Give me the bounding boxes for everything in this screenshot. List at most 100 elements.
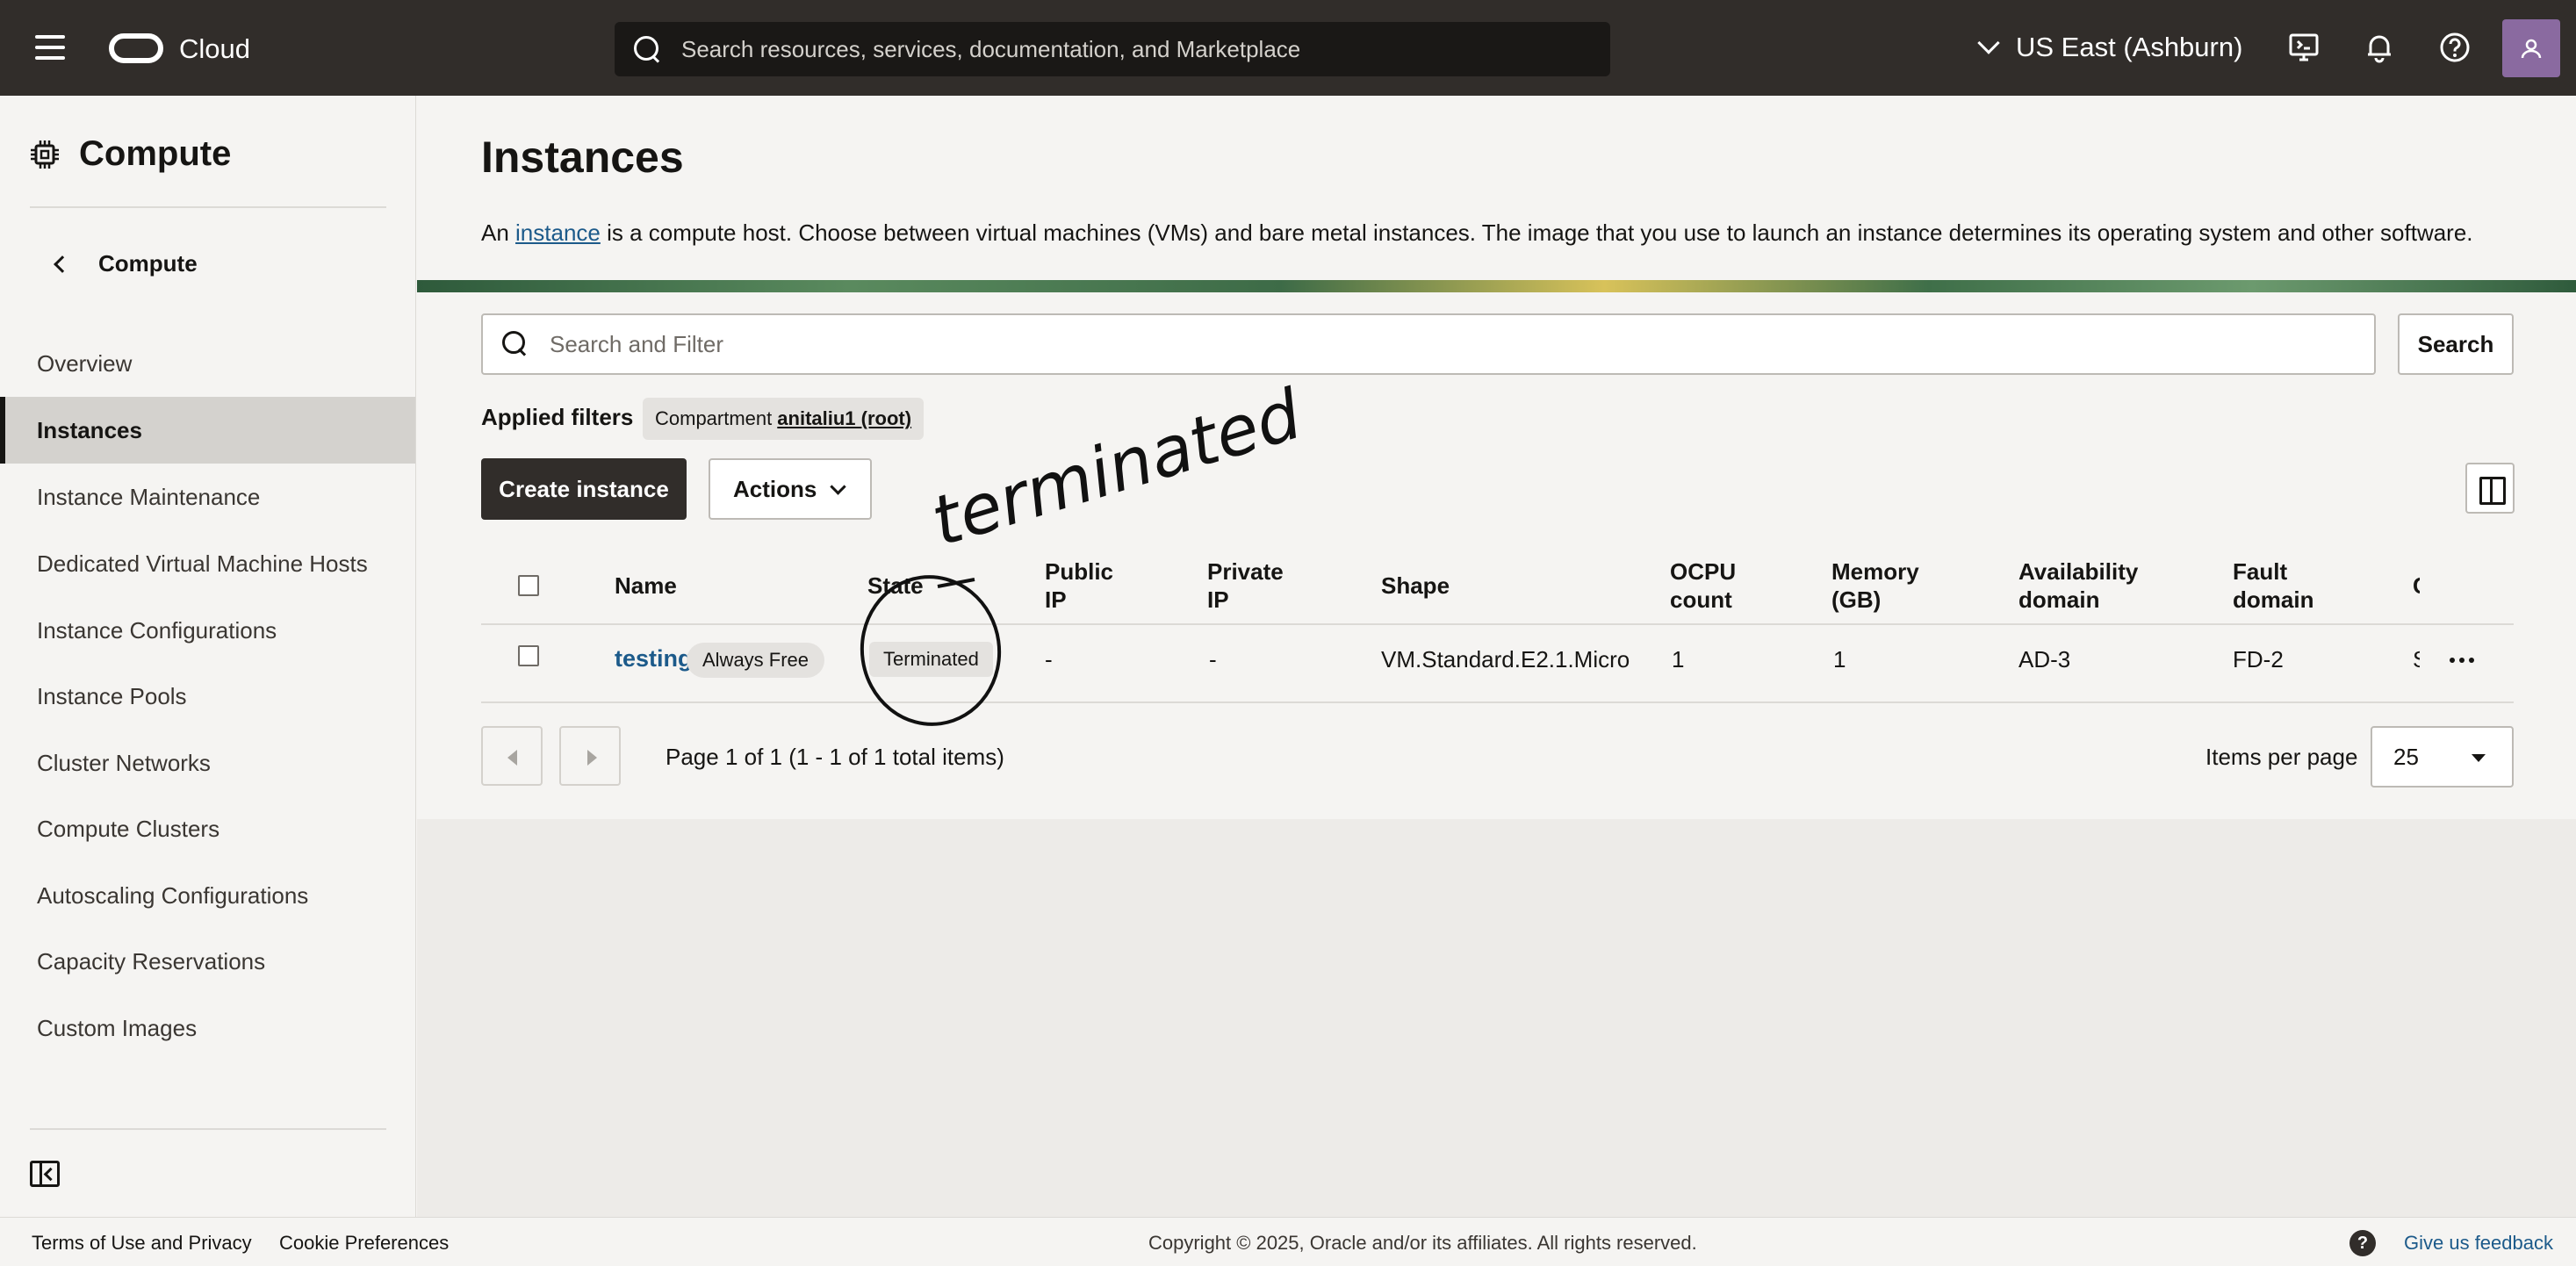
page-description: An instance is a compute host. Choose be… (481, 219, 2473, 247)
page-header (417, 96, 2576, 280)
brand-label[interactable]: Cloud (179, 33, 250, 65)
sidebar-back-label: Compute (98, 250, 198, 277)
create-instance-button[interactable]: Create instance (481, 458, 687, 520)
terms-link[interactable]: Terms of Use and Privacy (32, 1232, 252, 1255)
sidebar-divider (30, 1128, 386, 1130)
column-header-ocpu-count[interactable]: OCPU count (1670, 557, 1736, 614)
actions-button-label: Actions (733, 475, 817, 502)
applied-filters-label: Applied filters (481, 404, 634, 430)
region-selector[interactable]: US East (Ashburn) (1977, 32, 2243, 63)
sidebar-item-instances[interactable]: Instances (0, 397, 415, 464)
column-header-memory[interactable]: Memory (GB) (1831, 557, 1919, 614)
always-free-badge: Always Free (687, 643, 825, 678)
sidebar-title-label: Compute (79, 134, 232, 173)
sidebar-item-autoscaling-configurations[interactable]: Autoscaling Configurations (0, 862, 415, 929)
previous-page-button[interactable] (481, 726, 543, 786)
header-line: Public (1045, 558, 1114, 585)
state-badge: Terminated (869, 642, 993, 677)
next-arrow-icon (587, 750, 597, 766)
header-line: Fault (2233, 558, 2288, 585)
sidebar-back-link[interactable]: Compute (49, 250, 198, 277)
cell-fault-domain: FD-2 (2233, 646, 2284, 673)
instance-doc-link[interactable]: instance (515, 219, 601, 246)
collapse-sidebar-icon[interactable] (30, 1161, 60, 1187)
sidebar-item-compute-clusters[interactable]: Compute Clusters (0, 795, 415, 862)
header-line: OCPU (1670, 558, 1737, 585)
table-row-divider (481, 701, 2514, 703)
row-select-checkbox[interactable] (518, 645, 539, 666)
chevron-down-icon (1977, 32, 2000, 54)
page-title: Instances (481, 133, 684, 182)
items-per-page-select[interactable]: 25 (2371, 726, 2514, 788)
header-line: Private (1207, 558, 1284, 585)
pagination-info: Page 1 of 1 (1 - 1 of 1 total items) (666, 744, 1004, 770)
copyright-text: Copyright © 2025, Oracle and/or its affi… (1148, 1232, 1697, 1254)
column-header-fault-domain[interactable]: Fault domain (2233, 557, 2313, 614)
cell-memory: 1 (1833, 646, 1846, 673)
sidebar-item-dedicated-vm-hosts[interactable]: Dedicated Virtual Machine Hosts (0, 530, 415, 597)
top-navigation-bar: Cloud Search resources, services, docume… (0, 0, 2576, 96)
cell-public-ip: - (1045, 646, 1053, 673)
caret-down-icon (2472, 754, 2486, 762)
sidebar-item-cluster-networks[interactable]: Cluster Networks (0, 730, 415, 796)
table-header-divider (481, 623, 2514, 625)
select-all-checkbox[interactable] (518, 575, 539, 596)
chevron-left-icon (54, 255, 71, 273)
region-label: US East (Ashburn) (2016, 32, 2243, 62)
sidebar-item-capacity-reservations[interactable]: Capacity Reservations (0, 928, 415, 995)
header-line: count (1670, 586, 1732, 613)
notifications-bell-icon[interactable] (2364, 32, 2395, 63)
help-icon[interactable]: ? (2349, 1230, 2376, 1256)
row-actions-kebab-icon[interactable] (2450, 658, 2474, 663)
compartment-filter-chip[interactable]: Compartment anitaliu1 (root) (643, 398, 925, 440)
column-header-truncated[interactable]: C (2413, 572, 2420, 600)
user-avatar[interactable] (2502, 19, 2560, 77)
oracle-logo[interactable] (109, 33, 163, 63)
sidebar-divider (30, 206, 386, 208)
column-header-private-ip[interactable]: Private IP (1207, 557, 1284, 614)
hamburger-menu-icon[interactable] (35, 35, 65, 60)
cell-ocpu-count: 1 (1672, 646, 1685, 673)
header-line: Availability (2018, 558, 2139, 585)
help-icon[interactable] (2439, 32, 2471, 63)
search-filter-input[interactable]: Search and Filter (481, 313, 2376, 375)
search-filter-placeholder: Search and Filter (550, 330, 723, 357)
cookie-preferences-link[interactable]: Cookie Preferences (279, 1232, 449, 1255)
header-line: IP (1207, 586, 1229, 613)
column-header-state[interactable]: State (867, 572, 924, 600)
feedback-link[interactable]: Give us feedback (2404, 1232, 2553, 1255)
actions-menu-button[interactable]: Actions (709, 458, 872, 520)
search-button[interactable]: Search (2398, 313, 2514, 375)
manage-columns-icon[interactable] (2465, 463, 2515, 514)
sidebar-item-overview[interactable]: Overview (0, 330, 415, 397)
decorative-banner (417, 280, 2576, 292)
cell-truncated: S (2413, 645, 2420, 673)
sidebar-item-custom-images[interactable]: Custom Images (0, 995, 415, 1061)
column-header-name[interactable]: Name (615, 572, 677, 600)
header-line: IP (1045, 586, 1067, 613)
sidebar-item-instance-pools[interactable]: Instance Pools (0, 663, 415, 730)
chevron-down-icon (830, 478, 846, 495)
cloud-shell-icon[interactable] (2288, 32, 2320, 63)
items-per-page-value: 25 (2393, 743, 2419, 770)
instance-name-link[interactable]: testing (615, 645, 693, 673)
header-line: (GB) (1831, 586, 1882, 613)
filter-chip-label: Compartment (655, 407, 773, 429)
global-search-placeholder: Search resources, services, documentatio… (681, 35, 1301, 62)
header-line: domain (2018, 586, 2100, 613)
description-prefix: An (481, 219, 516, 246)
search-icon (502, 331, 529, 357)
next-page-button[interactable] (559, 726, 621, 786)
global-search-input[interactable]: Search resources, services, documentatio… (615, 22, 1610, 76)
column-header-public-ip[interactable]: Public IP (1045, 557, 1113, 614)
column-header-availability-domain[interactable]: Availability domain (2018, 557, 2138, 614)
description-text: is a compute host. Choose between virtua… (600, 219, 2473, 246)
cell-availability-domain: AD-3 (2018, 646, 2071, 673)
column-header-shape[interactable]: Shape (1381, 572, 1450, 600)
sidebar-item-instance-configurations[interactable]: Instance Configurations (0, 597, 415, 664)
sidebar-item-instance-maintenance[interactable]: Instance Maintenance (0, 464, 415, 530)
filter-chip-value[interactable]: anitaliu1 (root) (777, 407, 911, 430)
previous-arrow-icon (507, 750, 517, 766)
header-line: Memory (1831, 558, 1919, 585)
cell-shape: VM.Standard.E2.1.Micro (1381, 646, 1630, 673)
